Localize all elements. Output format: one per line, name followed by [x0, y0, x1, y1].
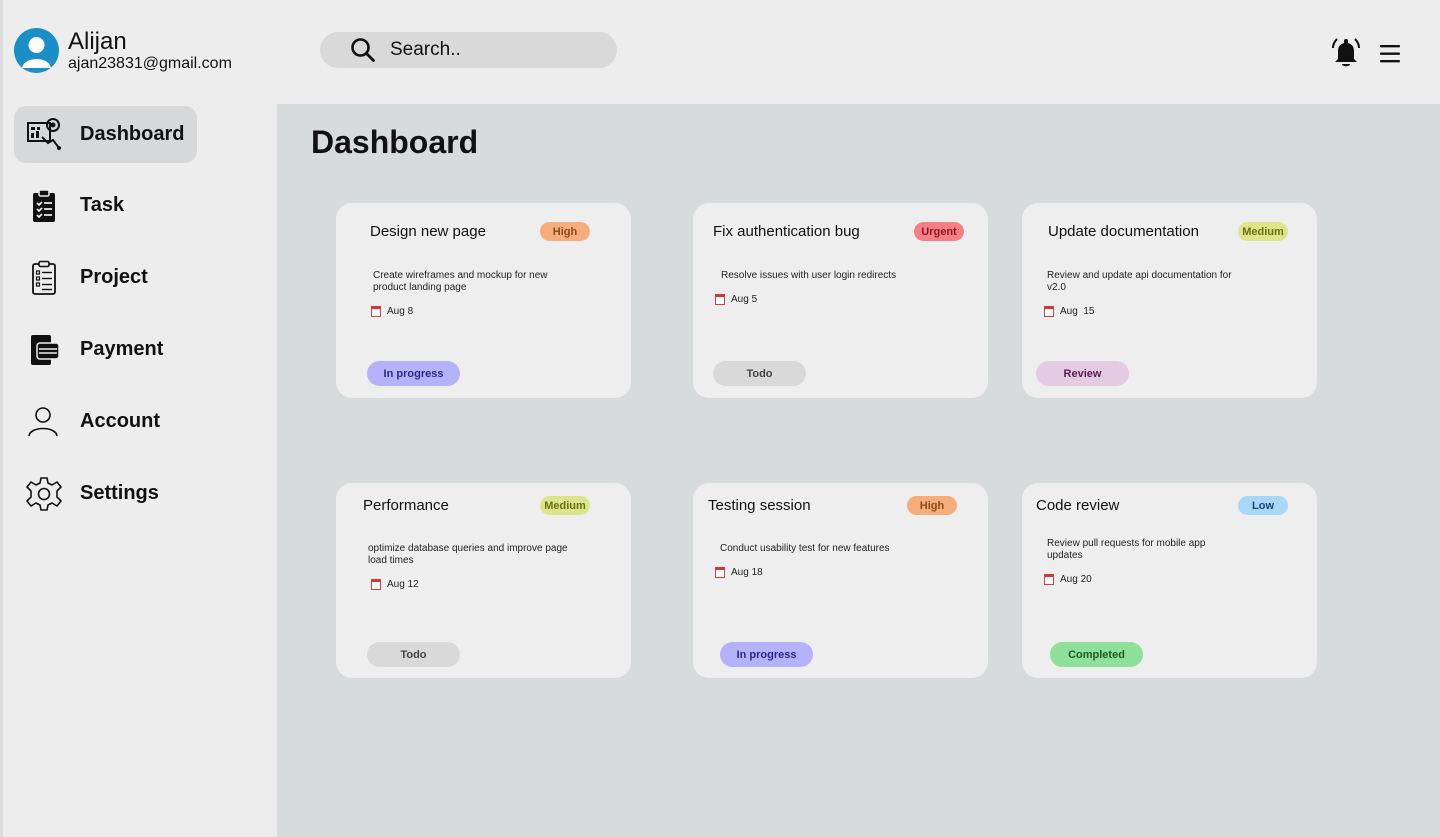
sidebar-item-account[interactable]: Account [14, 393, 197, 450]
card-title: Design new page [370, 223, 486, 240]
card-title: Performance [363, 497, 449, 514]
bell-icon[interactable] [1329, 36, 1363, 75]
sidebar-item-label: Task [80, 194, 125, 216]
card-title: Testing session [708, 497, 811, 514]
task-card[interactable]: Testing session High Conduct usability t… [693, 483, 988, 678]
card-date: Aug 12 [371, 579, 419, 590]
due-date: Aug 20 [1060, 574, 1092, 585]
calendar-icon [1044, 306, 1054, 317]
sidebar-item-payment[interactable]: Payment [14, 321, 197, 378]
checklist-icon [26, 260, 62, 296]
avatar [14, 28, 59, 73]
user-name: Alijan [68, 27, 127, 55]
task-card[interactable]: Design new page High Create wireframes a… [336, 203, 631, 398]
search-bar[interactable]: Search.. [320, 32, 617, 68]
user-profile[interactable]: Alijan ajan23831@gmail.com [14, 28, 232, 73]
sidebar-item-label: Dashboard [80, 123, 185, 145]
card-title: Update documentation [1048, 223, 1199, 240]
sidebar-item-task[interactable]: Task [14, 177, 197, 234]
due-date: Aug 12 [387, 579, 419, 590]
search-icon [351, 38, 375, 62]
task-card[interactable]: Update documentation Medium Review and u… [1022, 203, 1317, 398]
priority-badge: Medium [540, 496, 590, 515]
wallet-icon [26, 332, 62, 368]
card-description: Review and update api documentation for … [1047, 270, 1232, 293]
card-description: optimize database queries and improve pa… [368, 543, 568, 566]
priority-badge: High [540, 222, 590, 241]
gear-icon [26, 476, 62, 512]
card-date: Aug 18 [715, 567, 763, 578]
sidebar-item-settings[interactable]: Settings [14, 465, 197, 522]
status-badge[interactable]: Completed [1050, 642, 1143, 667]
dashboard-icon [26, 117, 62, 153]
user-email: ajan23831@gmail.com [68, 54, 232, 72]
sidebar-item-label: Project [80, 266, 148, 288]
status-badge[interactable]: Todo [713, 361, 806, 386]
status-badge[interactable]: Review [1036, 361, 1129, 386]
task-card[interactable]: Code review Low Review pull requests for… [1022, 483, 1317, 678]
sidebar-item-label: Payment [80, 338, 164, 360]
card-description: Create wireframes and mockup for new pro… [373, 270, 548, 293]
task-card[interactable]: Performance Medium optimize database que… [336, 483, 631, 678]
priority-badge: Low [1238, 496, 1288, 515]
card-date: Aug 15 [1044, 306, 1094, 317]
calendar-icon [715, 567, 725, 578]
priority-badge: Urgent [914, 222, 964, 241]
clipboard-icon [26, 188, 62, 224]
card-date: Aug 5 [715, 294, 757, 305]
priority-badge: Medium [1238, 222, 1288, 241]
calendar-icon [1044, 574, 1054, 585]
card-title: Code review [1036, 497, 1120, 514]
card-description: Resolve issues with user login redirects [721, 270, 897, 281]
user-avatar-icon [22, 37, 51, 68]
user-icon [26, 404, 62, 440]
search-input[interactable]: Search.. [390, 39, 461, 61]
card-description: Review pull requests for mobile app upda… [1047, 538, 1206, 561]
card-title: Fix authentication bug [713, 223, 860, 240]
sidebar-item-project[interactable]: Project [14, 249, 197, 306]
card-date: Aug 8 [371, 306, 413, 317]
task-card[interactable]: Fix authentication bug Urgent Resolve is… [693, 203, 988, 398]
status-badge[interactable]: In progress [720, 642, 813, 667]
status-badge[interactable]: In progress [367, 361, 460, 386]
sidebar-item-label: Settings [80, 482, 159, 504]
calendar-icon [371, 306, 381, 317]
sidebar-item-label: Account [80, 410, 160, 432]
page-title: Dashboard [311, 124, 479, 160]
hamburger-menu-icon[interactable] [1379, 44, 1401, 69]
calendar-icon [715, 294, 725, 305]
due-date: Aug 18 [731, 567, 763, 578]
calendar-icon [371, 579, 381, 590]
due-date: Aug 5 [731, 294, 758, 305]
priority-badge: High [907, 496, 957, 515]
sidebar-item-dashboard[interactable]: Dashboard [14, 106, 197, 163]
card-date: Aug 20 [1044, 574, 1092, 585]
due-date: Aug 8 [387, 306, 414, 317]
card-description: Conduct usability test for new features [720, 543, 890, 554]
status-badge[interactable]: Todo [367, 642, 460, 667]
due-date: Aug 15 [1060, 306, 1095, 317]
main-content: Dashboard Design new page High Create wi… [277, 104, 1440, 837]
window-edge [0, 0, 3, 837]
